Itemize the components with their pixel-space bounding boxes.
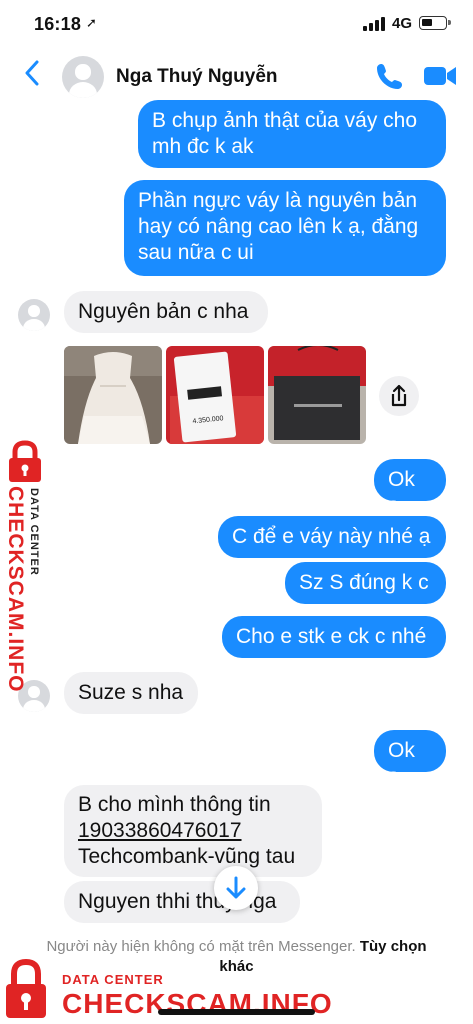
padlock-logo <box>6 958 46 1018</box>
message-line: Techcombank-vũng tau <box>78 845 296 868</box>
share-button[interactable] <box>379 376 419 416</box>
battery-icon <box>419 16 451 30</box>
message-bubble-outgoing[interactable]: C để e váy này nhé ạ <box>218 516 446 558</box>
gift-bag-photo[interactable] <box>268 346 366 444</box>
message-bubble-outgoing[interactable]: Cho e stk e ck c nhé <box>222 616 446 658</box>
scroll-to-bottom-button[interactable] <box>214 866 258 910</box>
watermark-brand: CHECKSCAM.INFO <box>4 486 27 693</box>
message-line: B cho mình thông tin <box>78 793 271 816</box>
clock: 16:18 <box>34 14 82 34</box>
watermark-sub: DATA CENTER <box>28 488 40 576</box>
video-camera-icon[interactable] <box>422 62 458 90</box>
message-bubble-incoming[interactable]: Nguyên bản c nha <box>64 291 268 333</box>
price-tag-photo[interactable]: 4.350.000 <box>166 346 264 444</box>
message-bubble-outgoing[interactable]: Phần ngực váy là nguyên bản hay có nâng … <box>124 180 446 276</box>
message-bubble-incoming[interactable]: B cho mình thông tin 19033860476017 Tech… <box>64 785 322 877</box>
home-indicator[interactable] <box>158 1009 315 1015</box>
share-icon <box>391 384 407 407</box>
contact-avatar[interactable] <box>62 56 104 98</box>
message-bubble-outgoing[interactable]: Ok ạ <box>374 459 446 517</box>
status-bar: 16:18 ➚ 4G <box>0 0 473 48</box>
network-type: 4G <box>392 15 413 32</box>
dress-photo[interactable] <box>64 346 162 444</box>
account-number-link[interactable]: 19033860476017 <box>78 818 308 844</box>
back-chevron-icon[interactable] <box>24 60 40 91</box>
message-bubble-outgoing[interactable]: Ok ạ <box>374 730 446 788</box>
offline-notice-text: Người này hiện không có mặt trên Messeng… <box>46 938 356 955</box>
message-bubble-incoming[interactable]: Suze s nha <box>64 672 198 714</box>
conversation-header: Nga Thuý Nguyễn <box>0 48 473 104</box>
phone-icon[interactable] <box>374 60 406 92</box>
contact-avatar-small <box>18 299 50 331</box>
message-bubble-outgoing[interactable]: Sz S đúng k c <box>285 562 446 604</box>
padlock-logo <box>9 440 41 482</box>
watermark-brand: CHECKSCAM.INFO <box>62 988 333 1019</box>
watermark-side: CHECKSCAM.INFO DATA CENTER <box>0 440 56 693</box>
contact-name[interactable]: Nga Thuý Nguyễn <box>116 66 278 88</box>
message-bubble-outgoing[interactable]: B chụp ảnh thật của váy cho mh đc k ak <box>138 100 446 168</box>
message-bubble-incoming[interactable]: Nguyen thhi thuy nga <box>64 881 300 923</box>
signal-strength-icon <box>363 17 385 31</box>
arrow-down-icon <box>226 876 246 899</box>
location-arrow-icon: ➚ <box>86 15 97 30</box>
watermark-sub: DATA CENTER <box>62 972 164 987</box>
